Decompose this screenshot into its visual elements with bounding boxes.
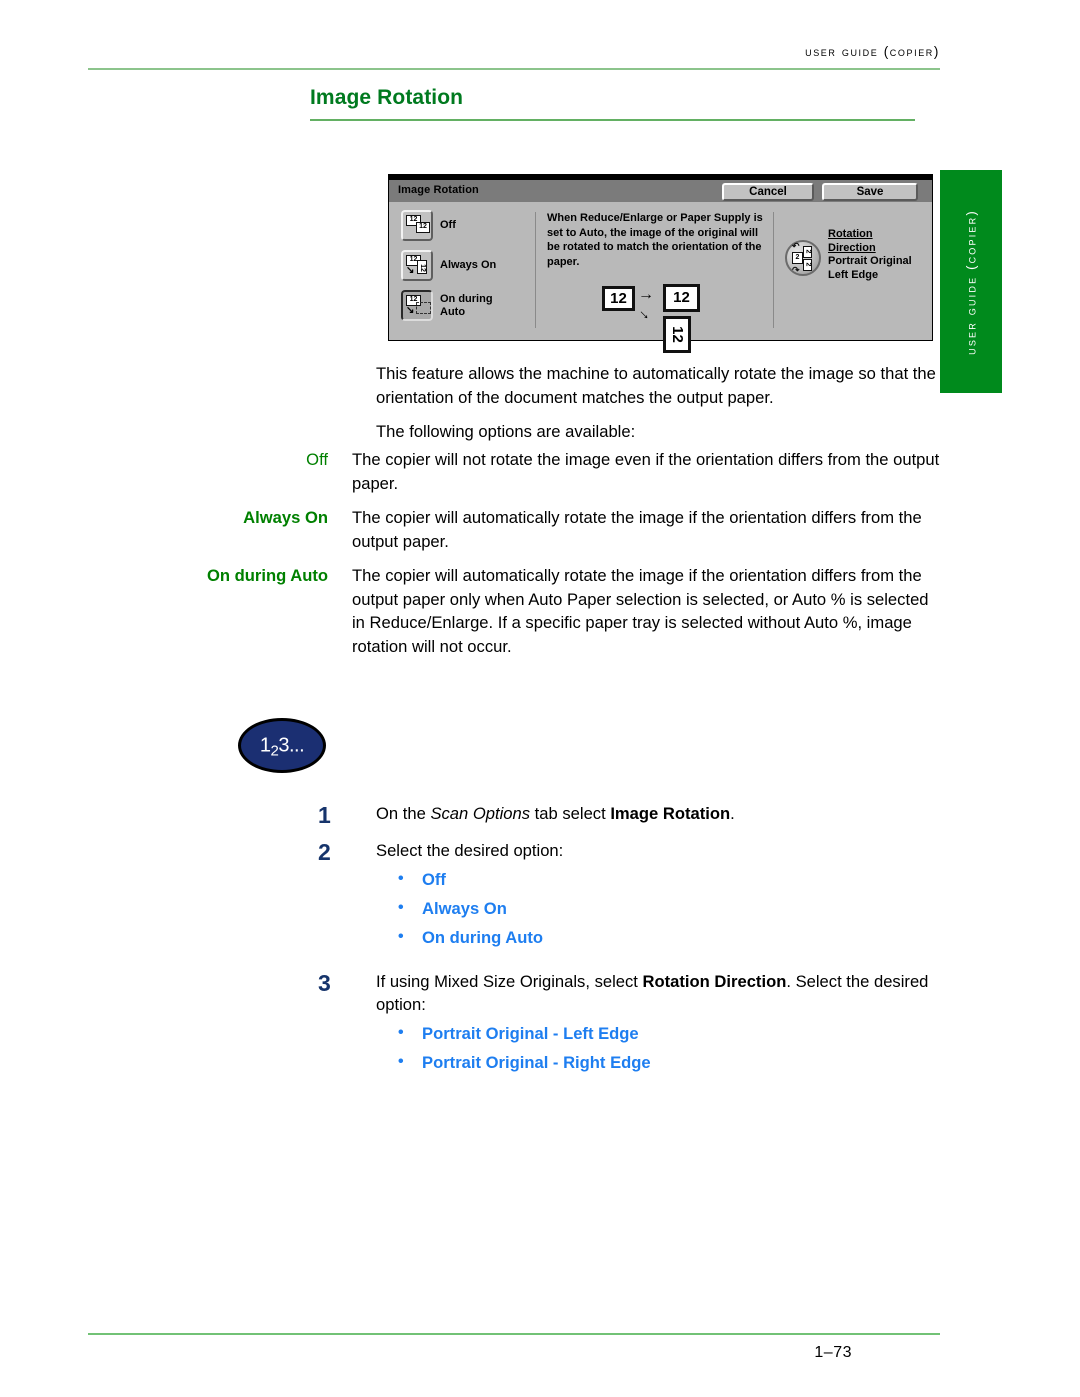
rotate-arrow-icon: ↘: [406, 305, 415, 316]
option-on-during-auto[interactable]: 12 ↘ On during Auto: [401, 290, 493, 321]
on-during-auto-icon: 12 ↘: [401, 290, 433, 321]
badge-digit-3: 3...: [278, 734, 305, 756]
ui-divider-left: [535, 212, 536, 328]
option-always-on[interactable]: 12 12 ↘ Always On: [401, 250, 496, 281]
step-1-italic: Scan Options: [430, 804, 531, 823]
definition-term-always-on: Always On: [243, 508, 328, 527]
step-3-bold: Rotation Direction: [642, 971, 787, 991]
ui-titlebar: Image Rotation Cancel Save: [389, 180, 932, 203]
step-3: 3 If using Mixed Size Originals, select …: [318, 970, 944, 1081]
rotation-arc-top-icon: ↶: [792, 241, 800, 251]
rotate-arrow-icon: ↘: [406, 265, 415, 276]
intro-prose: This feature allows the machine to autom…: [376, 362, 944, 455]
ui-divider-right: [773, 212, 774, 328]
option-off[interactable]: 12 12 Off: [401, 210, 456, 241]
definition-desc-on-during-auto: The copier will automatically rotate the…: [352, 566, 929, 656]
on-during-auto-icon-page-dashed: [416, 302, 431, 314]
procedure-badge-text: 123...: [259, 734, 305, 759]
always-on-icon-page-rotated: 12: [417, 260, 427, 274]
ui-body: 12 12 Off 12 12 ↘ Always On 12 ↘ On duri…: [389, 202, 932, 353]
procedure-steps: 1 On the Scan Options tab select Image R…: [318, 802, 944, 1091]
definition-desc-always-on: The copier will automatically rotate the…: [352, 508, 922, 551]
bullet-on-during-auto[interactable]: On during Auto: [376, 926, 944, 949]
title-underline: [310, 119, 915, 121]
rotation-diagram: 12 → → 12 12: [602, 284, 722, 354]
step-3-text-before: If using Mixed Size Originals, select: [376, 971, 643, 991]
off-icon-page-b: 12: [416, 222, 430, 233]
definition-row: Off The copier will not rotate the image…: [120, 448, 944, 495]
option-off-label: Off: [440, 219, 456, 232]
side-tab-label: User Guide (Copier): [963, 208, 979, 355]
step-2-text-before: Select the desired option:: [376, 841, 564, 860]
ui-titlebar-label: Image Rotation: [398, 184, 479, 196]
side-tab: User Guide (Copier): [940, 170, 1002, 393]
rotation-direction-line1: Rotation: [828, 228, 873, 240]
always-on-icon: 12 12 ↘: [401, 250, 433, 281]
bullet-portrait-right-edge[interactable]: Portrait Original - Right Edge: [376, 1051, 944, 1074]
diagram-dest-rotated-text: 12: [668, 326, 686, 343]
step-1-text-before: On the: [376, 804, 431, 823]
always-on-icon-rotated-text: 12: [419, 264, 426, 272]
step-3-bullets: Portrait Original - Left Edge Portrait O…: [376, 1022, 944, 1074]
rotation-icon-page-2: 2: [803, 246, 812, 258]
rotation-icon-page-3: 2: [803, 259, 812, 271]
step-1-number: 1: [318, 802, 331, 828]
rotation-direction-line3: Portrait Original: [828, 255, 912, 267]
rotation-direction-icon: ↶ 2 2 2 ↷: [785, 240, 821, 276]
rotation-direction-line4: Left Edge: [828, 268, 879, 281]
diagram-arrow-down-icon: →: [634, 302, 657, 325]
save-button[interactable]: Save: [822, 183, 918, 201]
badge-digit-1: 1: [259, 734, 271, 756]
step-1-text-after: .: [730, 804, 735, 823]
step-1-text-middle: tab select: [530, 804, 611, 823]
rotation-icon-page-3-text: 2: [804, 262, 811, 267]
diagram-dest-rotated: 12: [663, 316, 691, 353]
page-title: Image Rotation: [310, 86, 464, 109]
step-2-body: Select the desired option: Off Always On…: [376, 839, 944, 956]
rotation-direction-line2: Direction: [828, 241, 876, 254]
step-2: 2 Select the desired option: Off Always …: [318, 839, 944, 956]
step-2-bullets: Off Always On On during Auto: [376, 868, 944, 949]
option-on-during-auto-label: On during Auto: [440, 293, 493, 318]
page-number: 1–73: [814, 1344, 852, 1361]
procedure-badge: 123...: [238, 718, 326, 773]
intro-paragraph-2: The following options are available:: [376, 422, 636, 441]
options-definition-list: Off The copier will not rotate the image…: [120, 448, 944, 669]
bullet-off[interactable]: Off: [376, 868, 944, 891]
definition-term-off: Off: [306, 450, 328, 469]
cancel-button[interactable]: Cancel: [722, 183, 814, 201]
badge-digit-2: 2: [270, 742, 279, 759]
copier-ui-screenshot: Image Rotation Cancel Save 12 12 Off 12 …: [388, 174, 933, 353]
rotation-direction-block[interactable]: ↶ 2 2 2 ↷ Rotation Direction Portrait Or…: [785, 228, 912, 282]
step-3-number: 3: [318, 969, 331, 996]
step-2-number: 2: [318, 839, 331, 865]
footer-rule: [88, 1333, 940, 1335]
step-3-body: If using Mixed Size Originals, select Ro…: [376, 970, 944, 1081]
off-icon: 12 12: [401, 210, 433, 241]
diagram-arrow-right-icon: →: [638, 286, 654, 303]
intro-paragraph-1: This feature allows the machine to autom…: [376, 364, 936, 407]
rotation-icon-page-1: 2: [792, 252, 803, 264]
rotation-direction-text: Rotation Direction Portrait Original Lef…: [828, 228, 912, 282]
definition-row: On during Auto The copier will automatic…: [120, 564, 944, 658]
rotation-icon-page-2-text: 2: [804, 249, 811, 254]
ui-description-text: When Reduce/Enlarge or Paper Supply is s…: [547, 212, 763, 268]
definition-row: Always On The copier will automatically …: [120, 506, 944, 553]
running-head: User Guide (Copier): [805, 44, 940, 59]
header-rule: [88, 68, 940, 70]
step-1-body: On the Scan Options tab select Image Rot…: [376, 802, 944, 829]
step-1: 1 On the Scan Options tab select Image R…: [318, 802, 944, 829]
definition-term-on-during-auto: On during Auto: [206, 566, 328, 585]
definition-desc-off: The copier will not rotate the image eve…: [352, 450, 940, 493]
option-always-on-label: Always On: [440, 259, 497, 272]
diagram-source-page: 12: [602, 286, 635, 311]
bullet-always-on[interactable]: Always On: [376, 897, 944, 920]
bullet-portrait-left-edge[interactable]: Portrait Original - Left Edge: [376, 1022, 944, 1045]
step-1-bold: Image Rotation: [610, 804, 731, 823]
page-header: User Guide (Copier): [88, 44, 940, 74]
diagram-dest-upright: 12: [663, 284, 700, 312]
rotation-arc-bottom-icon: ↷: [792, 265, 800, 275]
